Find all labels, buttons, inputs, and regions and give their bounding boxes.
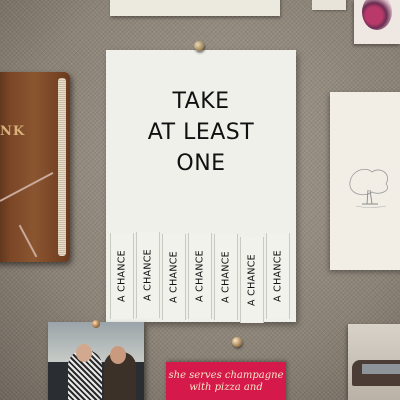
tab-label: A CHANCE [168,251,180,303]
tear-off-tab[interactable]: A CHANCE [162,234,186,320]
tree-sketch [349,168,388,208]
tab-label: A CHANCE [142,249,154,301]
car-photo [348,324,400,400]
pushpin-icon [232,337,242,347]
couple-photo [48,322,144,400]
notebook-label: NK [0,124,26,139]
pink-card-line: she serves champagne [168,370,284,381]
poster-title: TAKE AT LEAST ONE [106,86,296,179]
tab-label: A CHANCE [272,250,284,302]
notebook-pages [58,78,66,256]
car-window [362,364,400,374]
tab-label: A CHANCE [194,250,206,302]
tab-label: A CHANCE [116,250,128,302]
pink-card-text: she serves champagne with pizza and [166,370,286,394]
face [76,344,92,362]
poster-credit-mark [281,186,285,226]
swirl-artwork [362,0,392,30]
tear-off-tab[interactable]: A CHANCE [136,232,160,318]
poster-title-line: AT LEAST [147,120,255,145]
pushpin-icon [194,41,204,51]
tab-label: A CHANCE [246,254,258,306]
pink-card-line: with pizza and [189,382,263,393]
tear-off-tabs: A CHANCE A CHANCE A CHANCE A CHANCE A CH… [106,232,296,325]
tear-off-tab[interactable]: A CHANCE [110,233,134,319]
tear-off-tab[interactable]: A CHANCE [240,237,264,323]
tab-label: A CHANCE [220,251,232,303]
tear-off-tab[interactable]: A CHANCE [266,233,290,319]
tear-off-tab[interactable]: A CHANCE [188,233,212,319]
corner-print [354,0,400,44]
corkboard-scene: NK TAKE AT LEAST ONE A CHANCE A CHANCE A… [0,0,400,400]
poster-title-line: TAKE [172,89,230,114]
poster-title-line: ONE [176,151,226,176]
pushpin-icon [92,320,100,328]
tear-off-tab[interactable]: A CHANCE [214,234,238,320]
top-card [110,0,280,16]
top-right-card [312,0,346,10]
face [110,346,126,364]
